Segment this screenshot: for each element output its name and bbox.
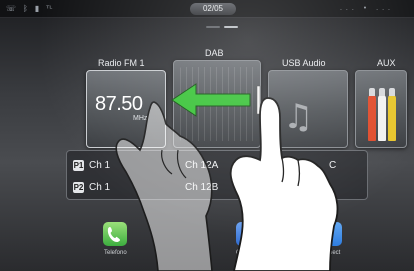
music-note-icon: ♫: [283, 97, 314, 137]
usb-label: USB Audio: [282, 58, 326, 68]
bluetooth-icon: ᛒ: [23, 4, 28, 13]
dab-label: DAB: [205, 48, 224, 58]
aux-label: AUX: [377, 58, 396, 68]
radio-label: Radio FM 1: [98, 58, 145, 68]
page-dot-active: [224, 26, 238, 28]
preset-channel: Ch 12B: [185, 181, 219, 193]
preset-list: P1 Ch 1 Ch 12A C P2 Ch 1 Ch 12B: [66, 150, 368, 200]
app-dock: [0, 210, 414, 271]
page-indicator: 02/05: [190, 3, 236, 15]
signal-icon: ᵀᴸ: [46, 4, 53, 13]
phone-app-icon[interactable]: [103, 222, 127, 246]
preset-channel: Ch 12A: [185, 159, 219, 171]
preset-key: P2: [73, 181, 84, 193]
aux-tile[interactable]: [355, 70, 407, 148]
status-icons: ☏ ᛒ ▮ ᵀᴸ: [6, 4, 52, 14]
connect-app-label: Connect: [318, 250, 341, 256]
connect-app-icon[interactable]: [318, 222, 342, 246]
radio-tile[interactable]: 87.50 MHz: [86, 70, 166, 148]
radio-unit: MHz: [133, 115, 148, 122]
page-dot: [206, 26, 220, 28]
camera-app-icon[interactable]: [236, 222, 260, 246]
radio-frequency: 87.50: [95, 93, 143, 115]
status-right-indicators: ... • ...: [339, 5, 394, 12]
preset-key: P1: [73, 159, 84, 171]
preset-item[interactable]: Ch 12B: [185, 176, 218, 198]
preset-channel: Ch 1: [89, 181, 111, 193]
preset-item[interactable]: C: [329, 154, 336, 176]
phone-app-label: Telefono: [104, 250, 127, 256]
head-unit-screen: ☏ ᛒ ▮ ᵀᴸ 02/05 ... • ... Radio FM 1 DAB …: [0, 0, 414, 271]
preset-item[interactable]: Ch 12A: [185, 154, 218, 176]
preset-channel: Ch 1: [89, 159, 111, 171]
phone-icon: ☏: [6, 4, 17, 13]
usb-tile[interactable]: ♫: [268, 70, 348, 148]
preset-channel: C: [329, 159, 337, 171]
battery-icon: ▮: [34, 4, 40, 13]
dab-artwork: [180, 67, 254, 141]
dab-tile[interactable]: [173, 60, 261, 148]
page-dots: [206, 26, 238, 28]
status-bar: ☏ ᛒ ▮ ᵀᴸ 02/05 ... • ...: [0, 0, 414, 18]
camera-app-label: Camera: [236, 250, 258, 256]
